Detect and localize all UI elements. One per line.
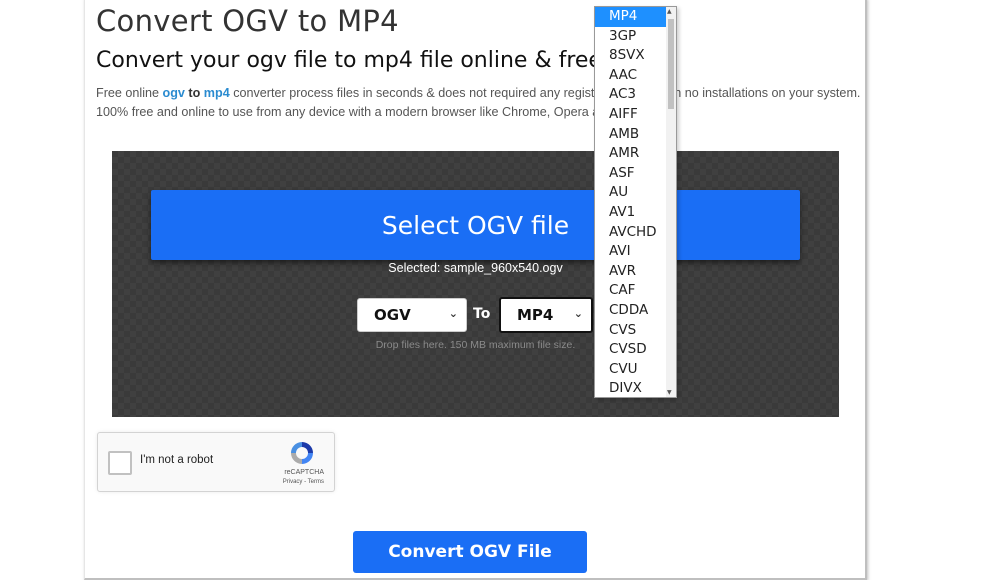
format-option[interactable]: AVI (595, 242, 667, 262)
format-option[interactable]: AV1 (595, 203, 667, 223)
format-option[interactable]: 8SVX (595, 46, 667, 66)
from-format-select[interactable]: OGV ⌄ (357, 298, 467, 332)
format-option[interactable]: ASF (595, 164, 667, 184)
chevron-down-icon: ⌄ (448, 307, 458, 320)
recaptcha-checkbox[interactable] (108, 451, 132, 475)
to-label: To (473, 306, 491, 322)
file-drop-zone[interactable]: Select OGV file Selected: sample_960x540… (112, 151, 839, 417)
convert-button[interactable]: Convert OGV File (353, 531, 587, 573)
select-file-button[interactable]: Select OGV file (151, 190, 800, 260)
desc-to-word: to (184, 86, 204, 100)
format-option[interactable]: AC3 (595, 85, 667, 105)
format-option[interactable]: CVSD (595, 340, 667, 360)
format-option[interactable]: CAF (595, 281, 667, 301)
dropdown-scrollbar[interactable]: ▲ ▼ (666, 7, 676, 397)
recaptcha-label: I'm not a robot (140, 454, 214, 466)
format-option[interactable]: AAC (595, 66, 667, 86)
format-option[interactable]: AMR (595, 144, 667, 164)
format-option[interactable]: AU (595, 183, 667, 203)
mp4-link[interactable]: mp4 (204, 86, 230, 100)
scroll-down-icon[interactable]: ▼ (667, 389, 672, 396)
format-options: MP4 3GP 8SVX AAC AC3 AIFF AMB AMR ASF AU AV1 AVCHD A… (595, 7, 667, 397)
recaptcha-widget: I'm not a robot reCAPTCHA Privacy - Term… (97, 432, 335, 492)
format-option[interactable]: MP4 (595, 7, 667, 27)
to-format-select[interactable]: MP4 ⌄ (499, 297, 593, 333)
format-dropdown-list[interactable]: MP4 3GP 8SVX AAC AC3 AIFF AMB AMR ASF AU AV1 AVCHD A… (594, 6, 677, 398)
recaptcha-brand: reCAPTCHA (284, 469, 324, 476)
ogv-link[interactable]: ogv (163, 86, 185, 100)
format-option[interactable]: DIVX (595, 379, 667, 397)
converter-page: Convert OGV to MP4 Convert your ogv file… (84, 0, 867, 580)
format-option[interactable]: 3GP (595, 27, 667, 47)
chevron-down-icon: ⌄ (573, 307, 583, 320)
desc-text-1: Free online (96, 86, 163, 100)
format-option[interactable]: CDDA (595, 301, 667, 321)
format-option[interactable]: CVS (595, 321, 667, 341)
scroll-up-icon[interactable]: ▲ (667, 8, 672, 15)
scrollbar-thumb[interactable] (668, 19, 674, 109)
page-title: Convert OGV to MP4 (96, 4, 399, 38)
selected-file-label: Selected: sample_960x540.ogv (388, 261, 563, 275)
format-option[interactable]: AVCHD (595, 223, 667, 243)
format-option[interactable]: CVU (595, 360, 667, 380)
from-format-value: OGV (374, 306, 411, 324)
recaptcha-privacy-terms[interactable]: Privacy - Terms (283, 479, 324, 485)
recaptcha-logo-icon (291, 442, 313, 464)
format-option[interactable]: AIFF (595, 105, 667, 125)
format-option[interactable]: AVR (595, 262, 667, 282)
format-option[interactable]: AMB (595, 125, 667, 145)
to-format-value: MP4 (517, 306, 554, 324)
drop-hint: Drop files here. 150 MB maximum file siz… (375, 339, 576, 351)
page-description: Free online ogv to mp4 converter process… (96, 84, 861, 122)
page-subtitle: Convert your ogv file to mp4 file online… (96, 48, 602, 73)
